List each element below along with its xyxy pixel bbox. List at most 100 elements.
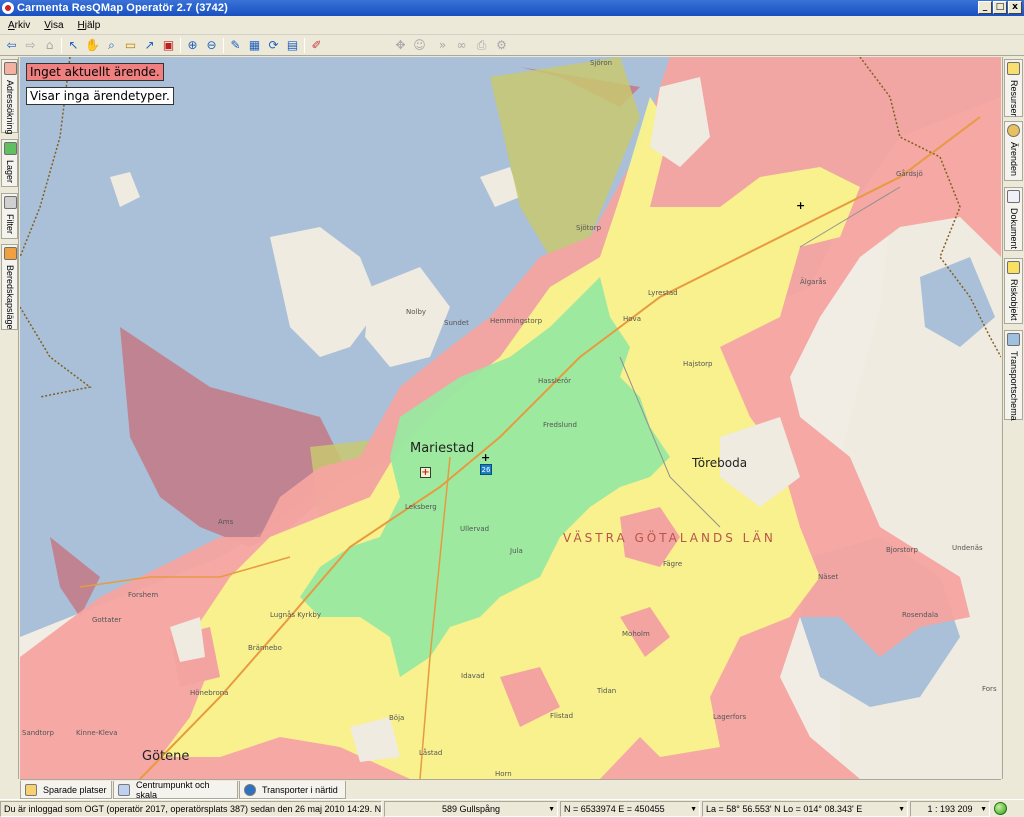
navigate-icon[interactable]: ✥: [392, 37, 409, 54]
place-label: Tidan: [597, 687, 617, 695]
transport-schedule-icon: [1007, 333, 1020, 346]
print-icon[interactable]: ▤: [284, 37, 301, 54]
place-label: Sundet: [444, 319, 469, 327]
place-label: Nolby: [406, 308, 427, 316]
tab-dokument[interactable]: Dokument: [1004, 187, 1023, 251]
saved-places-icon: [25, 783, 37, 796]
risk-object-icon: [1007, 261, 1020, 274]
forward-arrow-icon[interactable]: ⇨: [22, 37, 39, 54]
readiness-icon: [4, 247, 17, 260]
zoom-out-icon[interactable]: ⊖: [203, 37, 220, 54]
place-label: Hasslerör: [538, 377, 571, 385]
place-label: Ams: [218, 518, 234, 526]
no-case-message: Inget aktuellt ärende.: [26, 63, 164, 81]
connection-status-icon: [994, 802, 1007, 815]
place-label: Ullervad: [460, 525, 490, 533]
place-label: Jula: [510, 547, 523, 555]
toolbar: ⇦ ⇨ ⌂ ↖ ✋ ⌕ ▭ ↗ ▣ ⊕ ⊖ ✎ ▦ ⟳ ▤ ✐ ✥ ☺ » ∞ …: [0, 35, 1024, 56]
document-icon: [1007, 190, 1020, 203]
place-label: Götene: [142, 749, 190, 764]
place-label: Älgarås: [800, 278, 827, 286]
select-arrow-icon[interactable]: ↗: [141, 37, 158, 54]
close-button[interactable]: x: [1008, 1, 1022, 14]
crosshair-icon[interactable]: +: [796, 199, 805, 212]
place-label: Hemmingstorp: [490, 317, 543, 325]
place-label: Lugnås Kyrkby: [270, 611, 321, 619]
layer-icon[interactable]: ▦: [246, 37, 263, 54]
app-logo-icon: [2, 2, 14, 14]
place-label: Horn: [495, 770, 512, 778]
cases-icon: [1007, 124, 1020, 137]
zoom-rectangle-icon[interactable]: ⌕: [103, 37, 120, 54]
place-label: Lyrestad: [648, 289, 678, 297]
draw-icon[interactable]: ✎: [227, 37, 244, 54]
link-icon[interactable]: ∞: [453, 37, 470, 54]
document-tool-icon[interactable]: ⎙: [473, 37, 490, 54]
place-label: Forshem: [128, 591, 159, 599]
no-case-types-message: Visar inga ärendetyper.: [26, 87, 174, 105]
place-label: Gottater: [92, 616, 122, 624]
hospital-icon[interactable]: +: [420, 467, 431, 478]
tab-transportschema[interactable]: Transportschema: [1004, 330, 1023, 421]
place-label: Fredslund: [543, 421, 577, 429]
place-label: Kinne-Kleva: [76, 729, 118, 737]
case-icon[interactable]: ▣: [160, 37, 177, 54]
login-status: Du är inloggad som OGT (operatör 2017, o…: [0, 801, 382, 817]
tab-beredskapslage[interactable]: Beredskapsläge: [1, 244, 18, 330]
tab-filter[interactable]: Filter: [1, 193, 18, 239]
tab-lager[interactable]: Lager: [1, 139, 18, 187]
home-icon[interactable]: ⌂: [41, 37, 58, 54]
place-label: Hönebrona: [190, 689, 229, 697]
county-label: VÄSTRA GÖTALANDS LÄN: [563, 531, 776, 545]
layers-icon: [4, 142, 17, 155]
place-label: Leksberg: [405, 503, 437, 511]
measure-icon[interactable]: ▭: [122, 37, 139, 54]
place-label: Bjorstorp: [886, 546, 918, 554]
settings-icon[interactable]: ⚙: [493, 37, 510, 54]
tab-adressokning[interactable]: Adressökning: [1, 59, 18, 135]
status-bar: Du är inloggad som OGT (operatör 2017, o…: [0, 799, 1024, 817]
application-window: Carmenta ResQMap Operatör 2.7 (3742) _ □…: [0, 0, 1024, 817]
back-arrow-icon[interactable]: ⇦: [3, 37, 20, 54]
info-icon: [244, 783, 256, 796]
road-marker[interactable]: 26: [480, 464, 492, 475]
tab-transporter[interactable]: Transporter i närtid: [239, 781, 346, 799]
chevron-down-icon[interactable]: ▼: [690, 802, 697, 816]
play-icon[interactable]: »: [434, 37, 451, 54]
grid-coordinates[interactable]: N = 6533974 E = 450455 ▼: [560, 801, 700, 817]
map-view[interactable]: Inget aktuellt ärende. Visar inga ärende…: [20, 57, 1001, 779]
pan-hand-icon[interactable]: ✋: [84, 37, 101, 54]
geo-coordinates[interactable]: La = 58° 56.553' N Lo = 014° 08.343' E ▼: [702, 801, 908, 817]
place-label: Gårdsjö: [896, 170, 923, 178]
left-side-panel: Adressökning Lager Filter Beredskapsläge: [0, 57, 19, 779]
crosshair-icon[interactable]: +: [481, 451, 490, 464]
chevron-down-icon[interactable]: ▼: [980, 802, 987, 816]
zoom-in-icon[interactable]: ⊕: [184, 37, 201, 54]
menu-arkiv[interactable]: Arkiv: [8, 20, 30, 31]
place-label: Flistad: [550, 712, 574, 720]
place-label: Fägre: [663, 560, 683, 568]
refresh-icon[interactable]: ⟳: [265, 37, 282, 54]
location-select[interactable]: 589 Gullspång ▼: [384, 801, 558, 817]
menu-hjalp[interactable]: Hjälp: [78, 20, 101, 31]
scale-select[interactable]: 1 : 193 209 ▼: [910, 801, 990, 817]
chevron-down-icon[interactable]: ▼: [898, 802, 905, 816]
tab-riskobjekt[interactable]: Riskobjekt: [1004, 258, 1023, 324]
tab-resurser[interactable]: Resurser: [1004, 59, 1023, 117]
tab-centrumpunkt[interactable]: Centrumpunkt och skala: [113, 780, 238, 800]
tab-arenden[interactable]: Ärenden: [1004, 121, 1023, 181]
person-icon[interactable]: ☺: [411, 37, 428, 54]
place-label: Sjötorp: [576, 224, 602, 232]
eraser-icon[interactable]: ✐: [308, 37, 325, 54]
center-point-icon: [118, 783, 130, 796]
place-label: Näset: [818, 573, 839, 581]
pointer-icon[interactable]: ↖: [65, 37, 82, 54]
map-canvas[interactable]: [20, 57, 1001, 779]
maximize-button[interactable]: □: [993, 1, 1007, 14]
chevron-down-icon[interactable]: ▼: [548, 802, 555, 816]
place-label: Moholm: [622, 630, 650, 638]
tab-sparade-platser[interactable]: Sparade platser: [20, 781, 112, 799]
minimize-button[interactable]: _: [978, 1, 992, 14]
menu-visa[interactable]: Visa: [44, 20, 63, 31]
place-label: Undenäs: [952, 544, 983, 552]
